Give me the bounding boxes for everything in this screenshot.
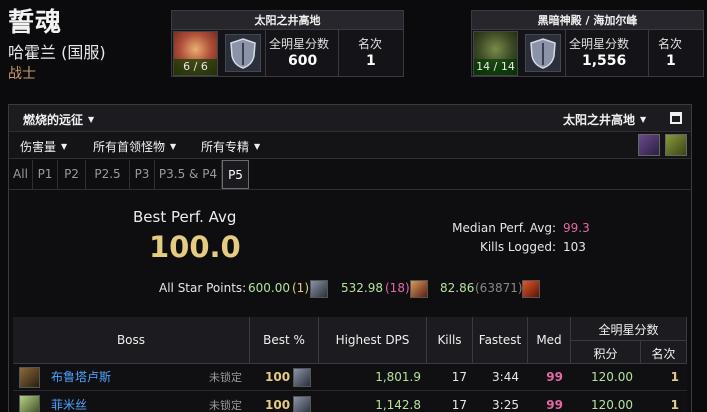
- tab-p1[interactable]: P1: [33, 160, 58, 189]
- median: 99: [546, 398, 563, 412]
- kills: 17: [451, 398, 467, 412]
- zone-card-black-temple[interactable]: 黑暗神殿 / 海加尔峰 14 / 14 全明星分数 1,556 名次 1: [471, 10, 704, 77]
- shield-icon: [293, 368, 311, 387]
- filter-bar: 伤害量 ▼ 所有首领怪物 ▼ 所有专精 ▼: [9, 132, 691, 159]
- tab-p2[interactable]: P2: [58, 160, 86, 189]
- highest-dps: 1,142.8: [375, 398, 421, 412]
- zone-boss-thumbnail: 6 / 6: [173, 31, 218, 76]
- boss-name[interactable]: 菲米丝: [51, 392, 87, 412]
- kills-label: Kills Logged:: [479, 240, 556, 254]
- table-row[interactable]: 布鲁塔卢斯 未锁定 100 1,801.9 17 3:44 99 120.00 …: [13, 364, 687, 391]
- fire-icon: [522, 280, 540, 298]
- kills-value: 103: [563, 240, 586, 254]
- boss-icon: [19, 395, 40, 412]
- boss-dropdown[interactable]: 所有首领怪物 ▼: [93, 138, 176, 155]
- col-kills[interactable]: Kills: [427, 317, 473, 364]
- zone-progress: 14 / 14: [474, 59, 517, 75]
- all-star-rank-2: (18): [385, 281, 410, 295]
- all-star-label: All Star Points:: [159, 281, 247, 295]
- points: 120.00: [591, 398, 633, 412]
- col-best[interactable]: Best %: [250, 317, 319, 364]
- all-star-points-3: 82.86: [440, 281, 475, 295]
- median-value: 99.3: [563, 221, 590, 235]
- metric-dropdown[interactable]: 伤害量 ▼: [20, 138, 67, 155]
- tab-p2-5[interactable]: P2.5: [86, 160, 130, 189]
- all-star-score-label: 全明星分数: [569, 37, 630, 51]
- key-icon[interactable]: [665, 134, 687, 156]
- zone-card-title: 黑暗神殿 / 海加尔峰: [472, 11, 703, 30]
- highest-dps: 1,801.9: [375, 370, 421, 384]
- zone-progress: 6 / 6: [174, 59, 217, 75]
- tab-p5[interactable]: P5: [222, 160, 249, 189]
- boss-icon: [19, 367, 40, 388]
- all-star-score-value: 600: [288, 53, 318, 69]
- zone-dropdown[interactable]: 太阳之井高地 ▼: [563, 111, 646, 128]
- zone-icon: [410, 280, 428, 298]
- character-name: 誓魂: [8, 8, 63, 38]
- shield-icon: [225, 34, 261, 72]
- table-row[interactable]: 菲米丝 未锁定 100 1,142.8 17 3:25 99 120.00 1: [13, 392, 687, 412]
- boss-name[interactable]: 布鲁塔卢斯: [51, 364, 111, 391]
- all-star-score-label: 全明星分数: [269, 37, 330, 51]
- all-star-score-value: 1,556: [582, 53, 627, 69]
- kills: 17: [451, 370, 467, 384]
- zone-card-sunwell[interactable]: 太阳之井高地 6 / 6 全明星分数 600 名次 1: [171, 10, 404, 77]
- lock-status: 未锁定: [209, 399, 242, 412]
- rank-value: 1: [666, 53, 676, 69]
- all-star-rank-3: (63871): [475, 281, 523, 295]
- spec-dropdown[interactable]: 所有专精 ▼: [201, 138, 260, 155]
- col-med[interactable]: Med: [528, 317, 571, 364]
- shield-icon: [293, 396, 311, 412]
- rank-value: 1: [366, 53, 376, 69]
- col-allstar: 全明星分数: [571, 317, 687, 341]
- character-server: 哈霍兰 (国服): [8, 43, 106, 62]
- character-class: 战士: [8, 66, 36, 82]
- zone-card-title: 太阳之井高地: [172, 11, 403, 30]
- rank: 1: [670, 398, 679, 412]
- best-perf-value: 100.0: [149, 230, 241, 264]
- fastest: 3:44: [492, 370, 519, 384]
- col-fastest[interactable]: Fastest: [473, 317, 528, 364]
- all-star-points-2: 532.98: [341, 281, 383, 295]
- expansion-dropdown[interactable]: 燃烧的远征 ▼: [23, 111, 94, 128]
- lock-status: 未锁定: [209, 371, 242, 384]
- rank-label: 名次: [358, 37, 383, 51]
- rank-label: 名次: [658, 37, 683, 51]
- median-label: Median Perf. Avg:: [452, 221, 556, 235]
- col-points[interactable]: 积分: [571, 341, 641, 364]
- rankings-panel: 燃烧的远征 ▼ 太阳之井高地 ▼ 伤害量 ▼ 所有首领怪物 ▼ 所有专精 ▼ All P1…: [8, 104, 692, 412]
- col-boss[interactable]: Boss: [13, 317, 250, 364]
- raid-buff-icon[interactable]: [638, 134, 660, 156]
- shield-icon: [525, 34, 561, 72]
- points: 120.00: [591, 370, 633, 384]
- zone-boss-thumbnail: 14 / 14: [473, 31, 518, 76]
- best-perf-label: Best Perf. Avg: [133, 208, 237, 226]
- shield-icon: [310, 280, 328, 298]
- all-star-points-1: 600.00: [248, 281, 290, 295]
- col-rank[interactable]: 名次: [641, 341, 687, 364]
- tab-p3[interactable]: P3: [130, 160, 155, 189]
- tab-all[interactable]: All: [9, 160, 33, 189]
- best-percent: 100: [265, 370, 291, 384]
- expansion-bar: 燃烧的远征 ▼ 太阳之井高地 ▼: [9, 105, 691, 132]
- col-dps[interactable]: Highest DPS: [319, 317, 427, 364]
- all-star-rank-1: (1): [292, 281, 309, 295]
- maximize-icon[interactable]: [670, 112, 682, 124]
- median: 99: [546, 370, 563, 384]
- fastest: 3:25: [492, 398, 519, 412]
- tab-p3-5-p4[interactable]: P3.5 & P4: [155, 160, 222, 189]
- rank: 1: [670, 370, 679, 384]
- best-percent: 100: [265, 398, 291, 412]
